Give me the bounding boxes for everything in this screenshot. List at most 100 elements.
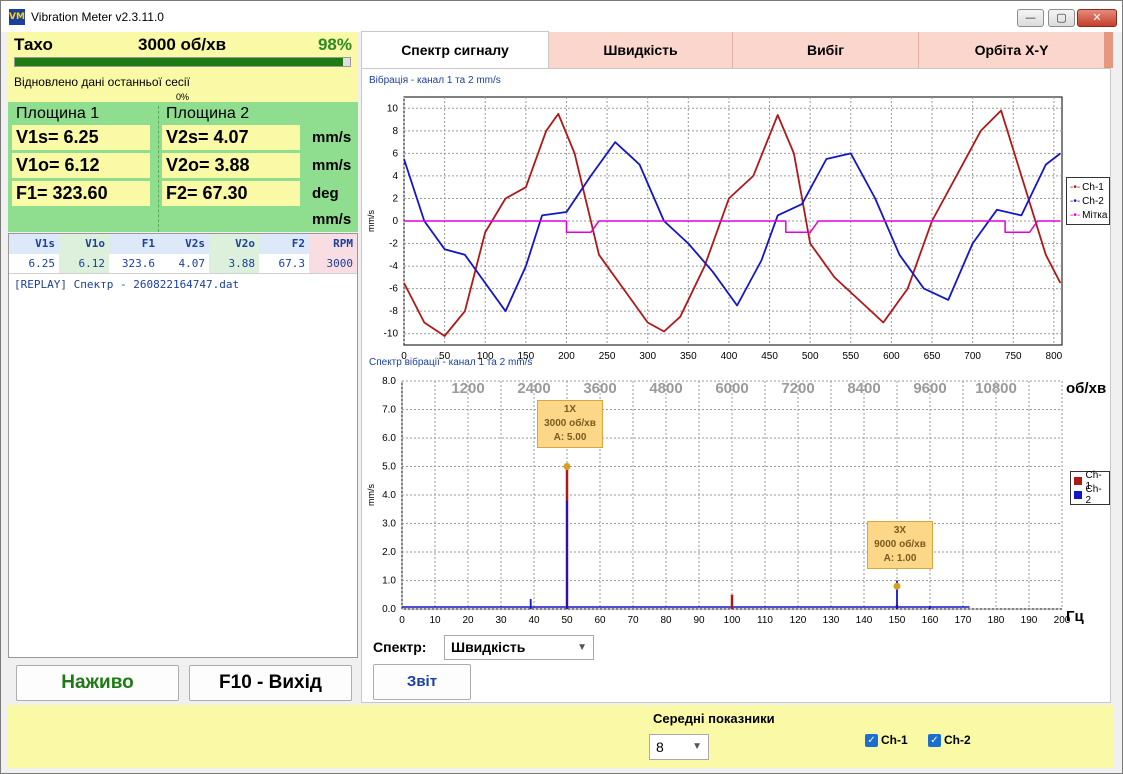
tacho-percent: 98% bbox=[317, 35, 352, 54]
vibration-spectrum-chart[interactable]: 0 10 20 30 40 50 60 70 80 90 100 110 120 130 140 150 160… bbox=[362, 369, 1112, 639]
x-tick-label: 600 bbox=[883, 351, 900, 362]
x-tick-label: 90 bbox=[693, 615, 705, 626]
table-cell: 4.07 bbox=[178, 257, 206, 270]
close-button[interactable]: ✕ bbox=[1077, 9, 1117, 27]
tab-velocity[interactable]: Швидкість bbox=[549, 32, 733, 68]
harmonic-marker bbox=[893, 582, 901, 590]
waveform-legend: -•- Ch-1 -•- Ch-2 -•- Мітка bbox=[1066, 177, 1110, 225]
column-header-f2[interactable]: F2 bbox=[259, 234, 309, 254]
x-tick-label: 180 bbox=[988, 615, 1005, 626]
column-header-v1s[interactable]: V1s bbox=[9, 234, 59, 254]
spectrum-type-select[interactable]: Швидкість ▼ bbox=[444, 635, 594, 660]
column-header-v2s[interactable]: V2s bbox=[159, 234, 209, 254]
tacho-progress-fill bbox=[15, 58, 344, 66]
tab-signal-spectrum[interactable]: Спектр сигналу bbox=[361, 31, 549, 69]
window-title: Vibration Meter v2.3.11.0 bbox=[31, 10, 164, 24]
column-header-v2o[interactable]: V2o bbox=[209, 234, 259, 254]
y-tick-label: 2 bbox=[392, 193, 398, 204]
y-tick-label: -2 bbox=[389, 239, 398, 250]
legend-swatch-ch2 bbox=[1074, 491, 1082, 499]
rpm-tick-label: 9600 bbox=[913, 380, 946, 397]
column-header-rpm[interactable]: RPM bbox=[309, 234, 357, 254]
spectrum-legend: Ch-1 Ch-2 bbox=[1070, 470, 1110, 506]
minimize-button[interactable]: — bbox=[1017, 9, 1044, 27]
check-icon: ✓ bbox=[865, 733, 878, 747]
x-tick-label: 500 bbox=[802, 351, 819, 362]
legend-marker-ch1: -•- bbox=[1070, 181, 1081, 193]
y-tick-label: 8 bbox=[392, 126, 398, 137]
x-tick-label: 450 bbox=[761, 351, 778, 362]
column-header-f1[interactable]: F1 bbox=[109, 234, 159, 254]
y-tick-label: 4 bbox=[392, 171, 398, 182]
table-row[interactable]: 6.25 6.12 323.6 4.07 3.88 67.3 3000 bbox=[9, 254, 357, 274]
unit-label: deg bbox=[312, 185, 339, 202]
rpm-tick-label: 2400 bbox=[517, 380, 550, 397]
vibration-waveform-chart[interactable]: 0 50 100 150 200 250 300 350 400 450 500 550 600 650 7… bbox=[362, 87, 1112, 369]
x-tick-label: 60 bbox=[594, 615, 606, 626]
y-tick-label: 7.0 bbox=[382, 405, 396, 416]
ch1-checkbox-label: Ch-1 bbox=[881, 733, 908, 747]
table-cell: 323.6 bbox=[121, 257, 155, 270]
spectrum-type-value: Швидкість bbox=[451, 639, 526, 655]
averaging-value: 8 bbox=[656, 739, 664, 755]
y-tick-label: -10 bbox=[384, 329, 399, 340]
tab-bar: Спектр сигналу Швидкість Вибіг Орбіта X-… bbox=[361, 31, 1113, 69]
tacho-zero-label: 0% bbox=[176, 92, 190, 102]
tacho-rpm: 3000 об/хв bbox=[138, 35, 227, 54]
x-tick-label: 400 bbox=[721, 351, 738, 362]
v1o-value: V1o= 6.12 bbox=[12, 153, 150, 178]
x-tick-label: 150 bbox=[518, 351, 535, 362]
chevron-down-icon: ▼ bbox=[577, 642, 587, 653]
y-tick-label: 6.0 bbox=[382, 433, 396, 444]
tab-orbit-xy[interactable]: Орбіта X-Y bbox=[919, 32, 1104, 68]
f1-value: F1= 323.60 bbox=[12, 181, 150, 206]
chevron-down-icon: ▼ bbox=[692, 741, 702, 752]
x-tick-label: 300 bbox=[639, 351, 656, 362]
live-button[interactable]: Наживо bbox=[16, 665, 179, 701]
legend-marker-ch2: -•- bbox=[1070, 195, 1081, 207]
x-tick-label: 100 bbox=[724, 615, 741, 626]
rpm-tick-label: 10800 bbox=[975, 380, 1017, 397]
y-tick-label: 10 bbox=[387, 103, 399, 114]
harmonic-1x-annotation: 1X 3000 об/хв A: 5.00 bbox=[537, 400, 603, 448]
y-axis-label: mm/s bbox=[366, 210, 376, 232]
rpm-tick-label: 8400 bbox=[847, 380, 880, 397]
y-tick-label: 8.0 bbox=[382, 376, 396, 387]
x-tick-label: 550 bbox=[842, 351, 859, 362]
y-tick-label: 1.0 bbox=[382, 576, 396, 587]
plane2-title: Площина 2 bbox=[166, 105, 250, 122]
report-button[interactable]: Звіт bbox=[373, 664, 471, 700]
check-icon: ✓ bbox=[928, 733, 941, 747]
tab-coastdown[interactable]: Вибіг bbox=[733, 32, 919, 68]
x-tick-label: 190 bbox=[1021, 615, 1038, 626]
legend-swatch-ch1 bbox=[1074, 477, 1082, 485]
y-tick-label: -6 bbox=[389, 284, 398, 295]
x-tick-label: 80 bbox=[660, 615, 672, 626]
chart-area: Вібрація - канал 1 та 2 mm/s Спектр вібр… bbox=[361, 68, 1111, 703]
x-tick-label: 50 bbox=[561, 615, 573, 626]
ch2-checkbox[interactable]: ✓ Ch-2 bbox=[928, 733, 971, 747]
legend-label-mark: Мітка bbox=[1082, 209, 1108, 221]
y-tick-label: 5.0 bbox=[382, 462, 396, 473]
unit-label: mm/s bbox=[312, 211, 352, 228]
rpm-tick-label: 4800 bbox=[649, 380, 682, 397]
x-tick-label: 120 bbox=[790, 615, 807, 626]
y-axis-label: mm/s bbox=[366, 484, 376, 506]
column-header-v1o[interactable]: V1o bbox=[59, 234, 109, 254]
harmonic-marker bbox=[563, 463, 571, 470]
legend-marker-mark: -•- bbox=[1070, 209, 1081, 221]
x-tick-label: 20 bbox=[462, 615, 474, 626]
x-tick-label: 10 bbox=[429, 615, 441, 626]
y-tick-label: -8 bbox=[389, 306, 398, 317]
x-tick-label: 250 bbox=[599, 351, 616, 362]
exit-button[interactable]: F10 - Вихід bbox=[189, 665, 352, 701]
y-tick-label: 2.0 bbox=[382, 547, 396, 558]
vibration-chart-title: Вібрація - канал 1 та 2 mm/s bbox=[369, 75, 501, 86]
x-tick-label: 130 bbox=[823, 615, 840, 626]
averaging-select[interactable]: 8 ▼ bbox=[649, 734, 709, 760]
x-tick-label: 700 bbox=[964, 351, 981, 362]
maximize-button[interactable]: ▢ bbox=[1048, 9, 1075, 27]
results-table[interactable]: V1s V1o F1 V2s V2o F2 RPM 6.25 6.12 323.… bbox=[8, 233, 358, 658]
table-cell: 67.3 bbox=[278, 257, 306, 270]
ch1-checkbox[interactable]: ✓ Ch-1 bbox=[865, 733, 908, 747]
